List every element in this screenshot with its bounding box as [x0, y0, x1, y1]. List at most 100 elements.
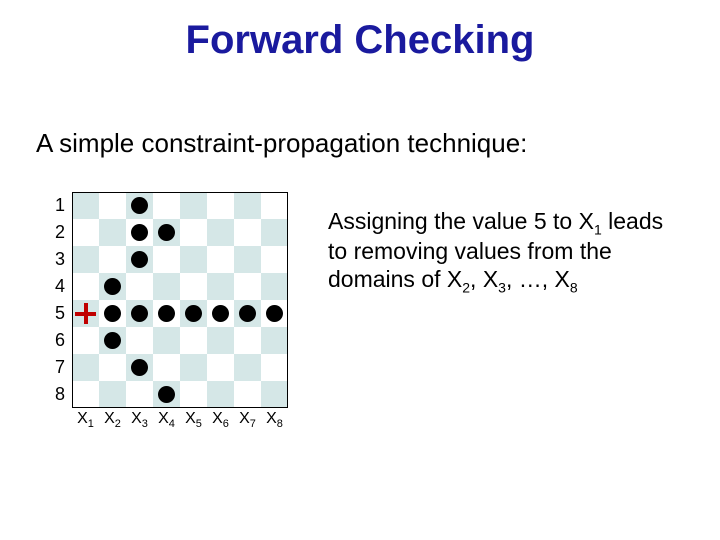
blurb-sub: 8 — [570, 280, 578, 296]
blurb-sub: 1 — [594, 222, 602, 238]
eliminated-dot-icon — [158, 305, 175, 322]
board-square — [99, 219, 126, 246]
col-label: X1 — [77, 410, 94, 430]
board-square — [234, 300, 261, 327]
board-square — [180, 381, 207, 408]
eliminated-dot-icon — [131, 359, 148, 376]
eliminated-dot-icon — [131, 305, 148, 322]
blurb-part: , …, X — [506, 266, 570, 292]
board-square — [126, 219, 153, 246]
board-square — [126, 327, 153, 354]
eliminated-dot-icon — [104, 305, 121, 322]
board-square — [153, 219, 180, 246]
board-square — [126, 354, 153, 381]
board-square — [153, 246, 180, 273]
board-square — [153, 381, 180, 408]
eliminated-dot-icon — [104, 278, 121, 295]
board-square — [234, 381, 261, 408]
board-square — [126, 192, 153, 219]
board-square — [72, 219, 99, 246]
row-label: 5 — [55, 303, 65, 324]
board-square — [207, 327, 234, 354]
eliminated-dot-icon — [158, 224, 175, 241]
board-square — [261, 300, 288, 327]
board-square — [261, 273, 288, 300]
board-square — [99, 300, 126, 327]
slide-title: Forward Checking — [0, 18, 720, 63]
board-square — [180, 273, 207, 300]
row-label: 3 — [55, 249, 65, 270]
blurb-part: Assigning the value 5 to X — [328, 208, 594, 234]
board-square — [99, 354, 126, 381]
blurb-part: , X — [470, 266, 498, 292]
board-square — [180, 300, 207, 327]
board-square — [207, 381, 234, 408]
board-square — [99, 381, 126, 408]
eliminated-dot-icon — [131, 197, 148, 214]
board-square — [261, 381, 288, 408]
board-square — [99, 327, 126, 354]
board-square — [72, 246, 99, 273]
board-square — [99, 192, 126, 219]
board-square — [207, 354, 234, 381]
board-square — [234, 327, 261, 354]
board-square — [234, 192, 261, 219]
board-square — [207, 219, 234, 246]
eliminated-dot-icon — [131, 251, 148, 268]
board-square — [234, 219, 261, 246]
eliminated-dot-icon — [131, 224, 148, 241]
col-label: X3 — [131, 410, 148, 430]
assigned-cross-icon — [72, 300, 99, 327]
board-square — [153, 192, 180, 219]
col-label: X5 — [185, 410, 202, 430]
col-label: X6 — [212, 410, 229, 430]
board-square — [153, 354, 180, 381]
board-square — [72, 381, 99, 408]
board-square — [207, 300, 234, 327]
board-square — [234, 354, 261, 381]
board-square — [261, 327, 288, 354]
eliminated-dot-icon — [158, 386, 175, 403]
board-square — [261, 219, 288, 246]
col-label: X7 — [239, 410, 256, 430]
board-square — [207, 192, 234, 219]
board-square — [234, 246, 261, 273]
slide-subtitle: A simple constraint-propagation techniqu… — [36, 128, 527, 159]
eliminated-dot-icon — [212, 305, 229, 322]
board-square — [261, 192, 288, 219]
col-label: X4 — [158, 410, 175, 430]
col-label: X2 — [104, 410, 121, 430]
board-square — [261, 354, 288, 381]
chessboard: 12345678X1X2X3X4X5X6X7X8 — [48, 192, 288, 432]
board-square — [126, 300, 153, 327]
board-square — [180, 327, 207, 354]
eliminated-dot-icon — [185, 305, 202, 322]
board-square — [72, 327, 99, 354]
board-square — [180, 192, 207, 219]
row-label: 6 — [55, 330, 65, 351]
col-label: X8 — [266, 410, 283, 430]
row-label: 8 — [55, 384, 65, 405]
row-label: 7 — [55, 357, 65, 378]
board-area: 12345678X1X2X3X4X5X6X7X8 — [48, 192, 288, 432]
board-square — [180, 246, 207, 273]
board-square — [180, 354, 207, 381]
board-square — [126, 273, 153, 300]
eliminated-dot-icon — [239, 305, 256, 322]
board-square — [180, 219, 207, 246]
board-square — [72, 354, 99, 381]
board-square — [72, 273, 99, 300]
board-square — [153, 273, 180, 300]
board-square — [207, 273, 234, 300]
board-square — [126, 246, 153, 273]
row-label: 1 — [55, 195, 65, 216]
blurb-sub: 3 — [498, 280, 506, 296]
eliminated-dot-icon — [266, 305, 283, 322]
board-square — [126, 381, 153, 408]
board-square — [261, 246, 288, 273]
eliminated-dot-icon — [104, 332, 121, 349]
board-square — [99, 246, 126, 273]
board-square — [72, 192, 99, 219]
board-square — [234, 273, 261, 300]
explanation-text: Assigning the value 5 to X1 leads to rem… — [328, 208, 688, 296]
